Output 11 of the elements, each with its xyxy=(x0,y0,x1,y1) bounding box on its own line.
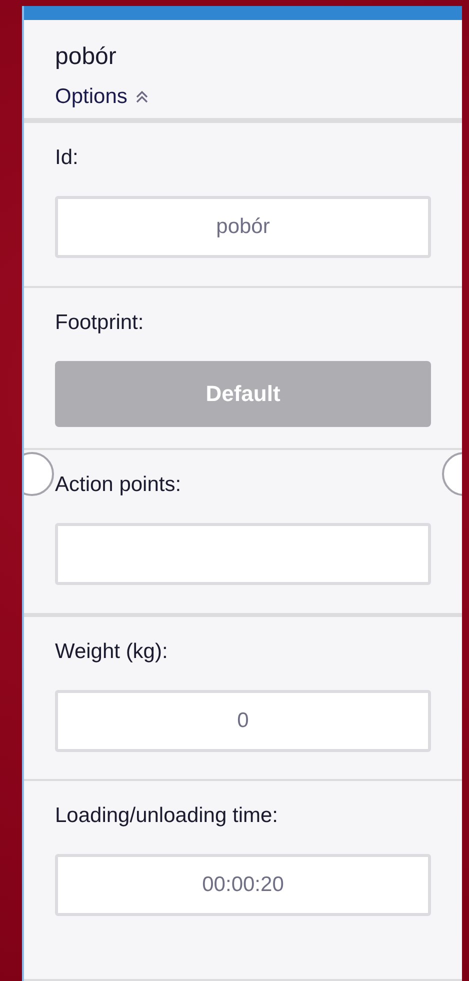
node-title: pobór xyxy=(55,42,118,72)
field-label: Footprint: xyxy=(55,310,145,336)
field-label: Weight (kg): xyxy=(55,639,169,665)
field-label: Loading/unloading time: xyxy=(55,803,280,829)
input-field[interactable]: 0 xyxy=(55,690,431,752)
field-label: Action points: xyxy=(55,472,182,498)
field-label: Id: xyxy=(55,145,80,171)
options-toggle[interactable]: Options xyxy=(55,84,150,110)
input-field[interactable] xyxy=(55,523,431,585)
input-field[interactable]: 00:00:20 xyxy=(55,854,431,916)
input-field[interactable]: pobór xyxy=(55,196,431,258)
